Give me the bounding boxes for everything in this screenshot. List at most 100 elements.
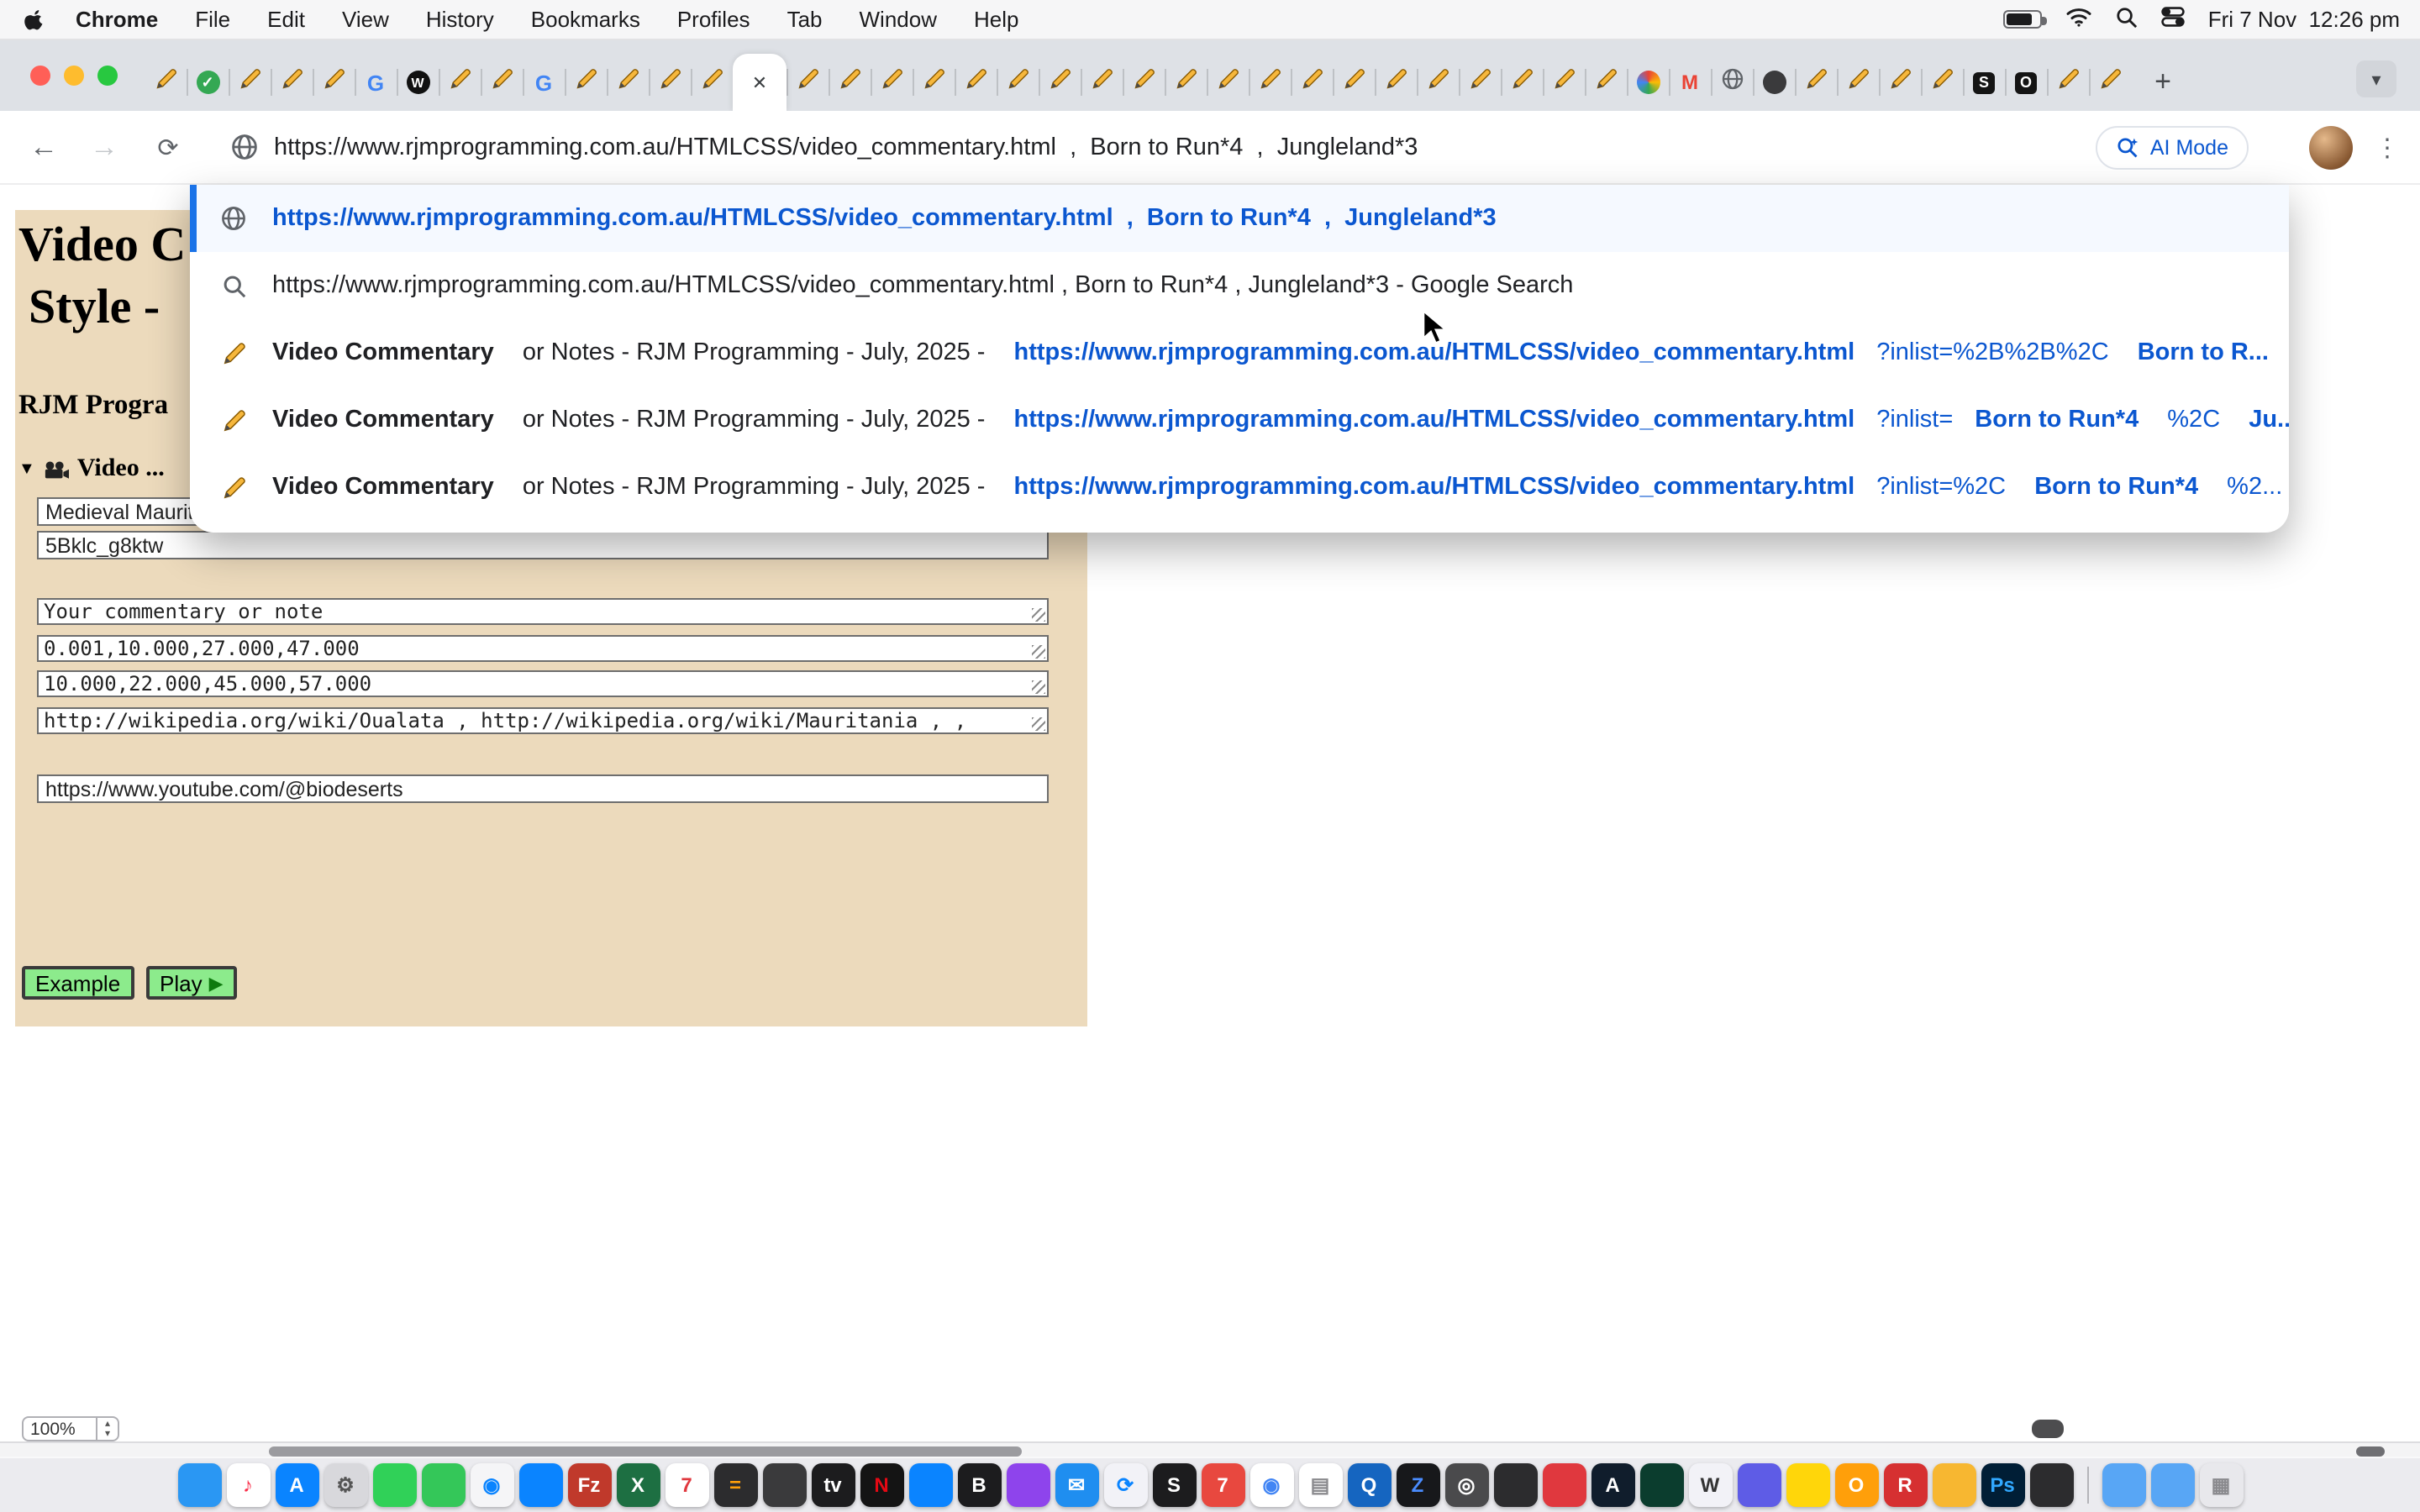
menu-window[interactable]: Window [841, 7, 956, 32]
browser-tab[interactable] [1417, 54, 1459, 111]
links-textarea[interactable]: http://wikipedia.org/wiki/Oualata , http… [37, 707, 1049, 734]
browser-tab[interactable] [1543, 54, 1585, 111]
browser-tab[interactable] [649, 54, 691, 111]
control-center-icon[interactable] [2161, 7, 2185, 32]
browser-tab[interactable] [481, 54, 523, 111]
back-button[interactable]: ← [24, 129, 64, 166]
browser-tab[interactable] [1375, 54, 1417, 111]
dock-app-icon[interactable]: ⟳ [1103, 1463, 1147, 1507]
menu-file[interactable]: File [176, 7, 249, 32]
dock-app-icon[interactable]: ♪ [226, 1463, 270, 1507]
dock-app-icon[interactable] [908, 1463, 952, 1507]
dock-app-icon[interactable]: ◉ [1249, 1463, 1293, 1507]
browser-tab[interactable] [1585, 54, 1627, 111]
dock-app-icon[interactable]: ◉ [470, 1463, 513, 1507]
end-times-textarea[interactable]: 10.000,22.000,45.000,57.000 [37, 670, 1049, 697]
dock-app-icon[interactable] [1932, 1463, 1975, 1507]
dock-app-icon[interactable]: Ps [1981, 1463, 2024, 1507]
start-times-textarea[interactable]: 0.001,10.000,27.000,47.000 [37, 635, 1049, 662]
play-button[interactable]: Play▶ [146, 966, 237, 1000]
dock-app-icon[interactable]: ◎ [1444, 1463, 1488, 1507]
video-details-summary[interactable]: ▼ Video ... [18, 455, 165, 484]
reload-button[interactable]: ⟳ [148, 129, 188, 166]
dock-app-icon[interactable]: Fz [567, 1463, 611, 1507]
horizontal-scrollbar[interactable] [0, 1441, 2420, 1457]
dock-app-icon[interactable]: 7 [1201, 1463, 1244, 1507]
dock-app-icon[interactable]: Z [1396, 1463, 1439, 1507]
browser-tab[interactable]: ✓ [187, 54, 229, 111]
browser-tab[interactable] [1837, 54, 1879, 111]
menu-view[interactable]: View [324, 7, 408, 32]
suggestion-row[interactable]: Video Commentary or Notes - RJM Programm… [190, 319, 2289, 386]
menu-tab[interactable]: Tab [769, 7, 841, 32]
dock-app-icon[interactable]: B [957, 1463, 1001, 1507]
dock-app-icon[interactable]: A [1591, 1463, 1634, 1507]
browser-tab[interactable] [1165, 54, 1207, 111]
dock-app-icon[interactable]: 7 [665, 1463, 708, 1507]
browser-tab[interactable] [829, 54, 871, 111]
dock-app-icon[interactable]: S [1152, 1463, 1196, 1507]
browser-tab[interactable] [1249, 54, 1291, 111]
menu-history[interactable]: History [408, 7, 513, 32]
menu-edit[interactable]: Edit [249, 7, 324, 32]
dock-app-icon[interactable] [1542, 1463, 1586, 1507]
suggestion-row[interactable]: Video Commentary or Notes - RJM Programm… [190, 386, 2289, 454]
browser-tab[interactable] [997, 54, 1039, 111]
dock-app-icon[interactable]: A [275, 1463, 318, 1507]
browser-tab[interactable] [1123, 54, 1165, 111]
zoom-stepper[interactable]: ▴▾ [96, 1418, 118, 1440]
browser-tab[interactable] [1921, 54, 1963, 111]
dock-app-icon[interactable] [372, 1463, 416, 1507]
dock-app-icon[interactable]: ⚙ [324, 1463, 367, 1507]
browser-tab[interactable] [955, 54, 997, 111]
browser-tab[interactable]: G [355, 54, 397, 111]
suggestion-row[interactable]: https://www.rjmprogramming.com.au/HTMLCS… [190, 185, 2289, 252]
browser-tab[interactable] [786, 54, 829, 111]
menu-bar-clock[interactable]: Fri 7 Nov 12:26 pm [2208, 7, 2400, 32]
menu-profiles[interactable]: Profiles [659, 7, 769, 32]
browser-tab[interactable] [565, 54, 607, 111]
profile-avatar[interactable] [2309, 126, 2353, 170]
browser-tab[interactable] [229, 54, 271, 111]
browser-tab[interactable]: M [1669, 54, 1711, 111]
dock-app-icon[interactable] [2150, 1463, 2194, 1507]
browser-tab[interactable] [1501, 54, 1543, 111]
browser-tab[interactable] [313, 54, 355, 111]
browser-tab[interactable]: S [1963, 54, 2005, 111]
browser-tab[interactable] [145, 54, 187, 111]
minimize-window-button[interactable] [64, 66, 84, 86]
browser-tab[interactable] [1333, 54, 1375, 111]
dock-app-icon[interactable] [762, 1463, 806, 1507]
browser-tab[interactable] [1207, 54, 1249, 111]
spotlight-search-icon[interactable] [2116, 6, 2138, 33]
browser-tab[interactable] [439, 54, 481, 111]
dock-app-icon[interactable]: ✉ [1055, 1463, 1098, 1507]
channel-url-input[interactable] [37, 774, 1049, 803]
browser-tab[interactable] [1081, 54, 1123, 111]
commentary-textarea[interactable]: Your commentary or note [37, 598, 1049, 625]
browser-tab[interactable] [1291, 54, 1333, 111]
suggestion-row[interactable]: https://www.rjmprogramming.com.au/HTMLCS… [190, 252, 2289, 319]
wifi-icon[interactable] [2065, 7, 2092, 32]
browser-tab[interactable] [1711, 54, 1753, 111]
dock-app-icon[interactable]: ▦ [2199, 1463, 2243, 1507]
fullscreen-window-button[interactable] [97, 66, 118, 86]
omnibox-input[interactable]: https://www.rjmprogramming.com.au/HTMLCS… [274, 134, 1418, 161]
zoom-control[interactable]: 100% ▴▾ [22, 1416, 119, 1441]
dock-app-icon[interactable] [518, 1463, 562, 1507]
browser-tab[interactable]: G [523, 54, 565, 111]
ai-mode-button[interactable]: AI Mode [2096, 126, 2249, 170]
browser-tab[interactable] [271, 54, 313, 111]
browser-tab[interactable] [1627, 54, 1669, 111]
menu-help[interactable]: Help [955, 7, 1038, 32]
browser-tab[interactable] [871, 54, 913, 111]
dock-app-icon[interactable]: = [713, 1463, 757, 1507]
menu-chrome[interactable]: Chrome [57, 7, 176, 32]
dock-app-icon[interactable]: Q [1347, 1463, 1391, 1507]
dock-app-icon[interactable] [1786, 1463, 1829, 1507]
browser-tab[interactable] [1039, 54, 1081, 111]
browser-tab[interactable] [2089, 54, 2131, 111]
browser-menu-button[interactable]: ⋮ [2375, 133, 2400, 163]
dock-app-icon[interactable] [421, 1463, 465, 1507]
tab-close-icon[interactable]: ✕ [752, 71, 767, 93]
